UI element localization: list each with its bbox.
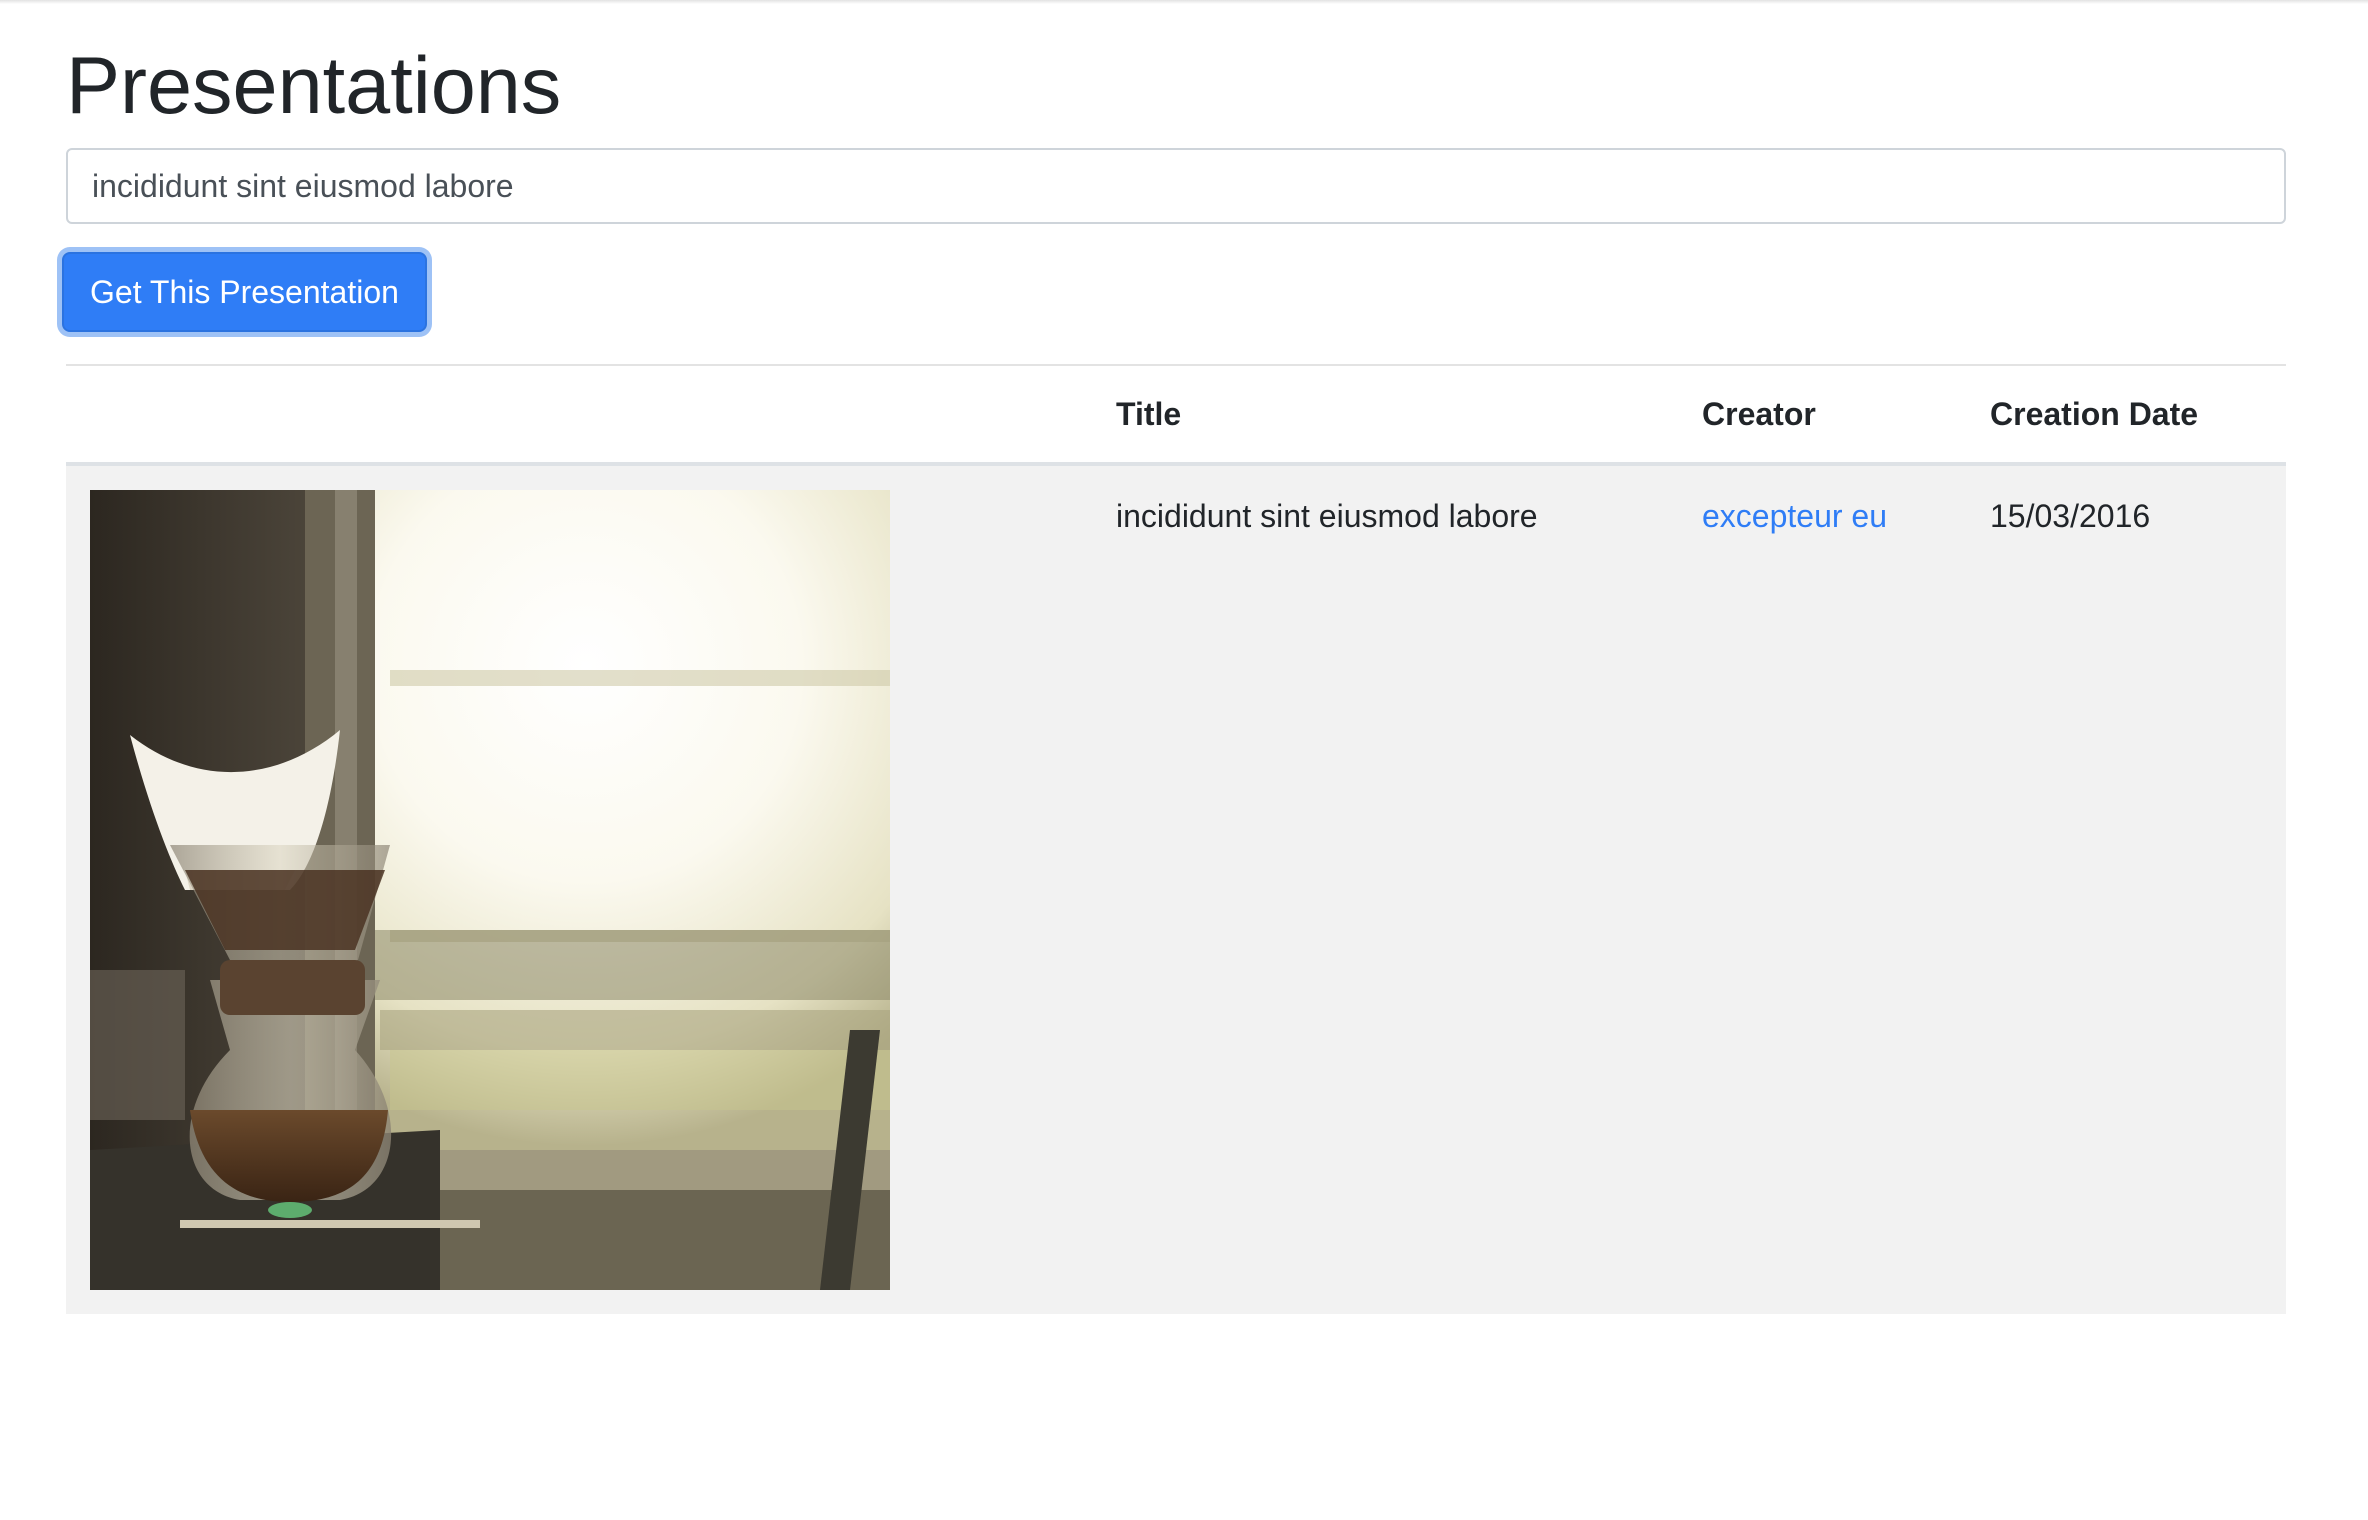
thumbnail-column-header [66, 366, 1116, 466]
creator-cell: excepteur eu [1702, 464, 1990, 1314]
page-title: Presentations [66, 41, 562, 131]
creation-date-cell: 15/03/2016 [1990, 464, 2286, 1314]
coffee-pour-over-photo-icon [90, 490, 890, 1290]
thumbnail-cell [66, 464, 1116, 1314]
table-header-row: Title Creator Creation Date [66, 366, 2286, 466]
title-cell: incididunt sint eiusmod labore [1116, 464, 1702, 1314]
table-row: incididunt sint eiusmod labore excepteur… [66, 464, 2286, 1314]
table-body: incididunt sint eiusmod labore excepteur… [66, 464, 2286, 1314]
presentations-table: Title Creator Creation Date incididunt s… [66, 366, 2286, 1314]
table-header: Title Creator Creation Date [66, 366, 2286, 466]
top-shadow [0, 0, 2368, 4]
get-presentation-button[interactable]: Get This Presentation [62, 252, 427, 332]
presentation-search-input[interactable] [66, 148, 2286, 224]
title-column-header: Title [1116, 366, 1702, 466]
creator-column-header: Creator [1702, 366, 1990, 466]
presentation-thumbnail[interactable] [90, 490, 890, 1290]
creation-date-column-header: Creation Date [1990, 366, 2286, 466]
creator-link[interactable]: excepteur eu [1702, 498, 1887, 534]
